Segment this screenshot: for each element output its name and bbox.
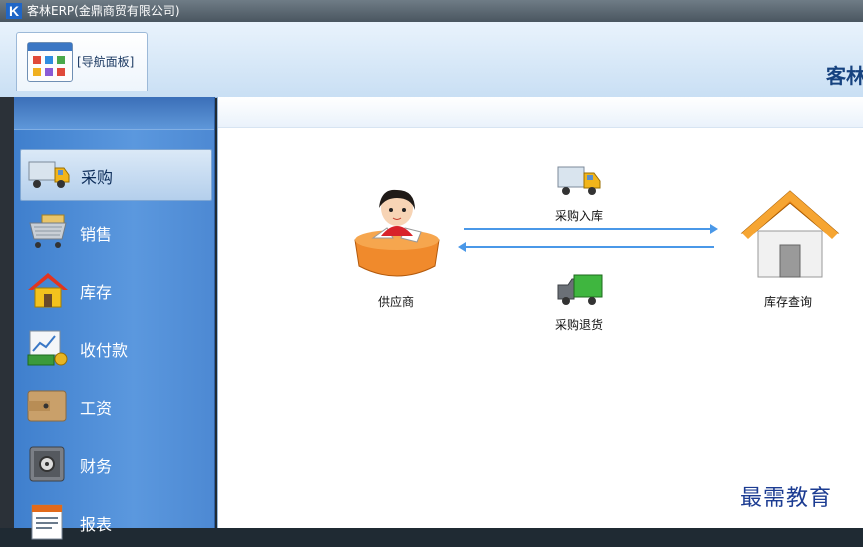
green-truck-icon[interactable] <box>556 271 604 309</box>
sidebar-item-purchase[interactable]: 采购 <box>20 149 212 201</box>
inventory-query-label[interactable]: 库存查询 <box>764 293 812 310</box>
left-border <box>0 97 14 528</box>
money-chart-icon <box>27 330 68 366</box>
watermark: 最需教育 <box>740 486 833 511</box>
sidebar-item-label: 库存 <box>80 283 113 302</box>
purchase-return-label[interactable]: 采购退货 <box>555 316 603 333</box>
sidebar: 采购 销售 库存 收付款 工资 财务 报表 <box>14 97 215 540</box>
sidebar-item-sales[interactable]: 销售 <box>20 207 210 257</box>
app-logo-icon: K <box>6 3 22 19</box>
nav-panel-tab[interactable]: [导航面板] <box>16 32 148 91</box>
window-title: 客林ERP(金鼎商贸有限公司) <box>27 4 180 18</box>
sidebar-item-label: 财务 <box>80 457 113 476</box>
arrow-right <box>464 228 714 230</box>
safe-icon <box>29 446 65 482</box>
supplier-person-icon[interactable] <box>351 186 443 284</box>
truck-icon[interactable] <box>556 161 602 201</box>
sidebar-item-label: 收付款 <box>80 341 129 360</box>
shopping-cart-icon <box>29 214 67 248</box>
title-bar: K 客林ERP(金鼎商贸有限公司) <box>0 0 863 23</box>
purchase-in-label[interactable]: 采购入库 <box>555 207 603 224</box>
sidebar-item-finance[interactable]: 财务 <box>20 439 210 489</box>
sidebar-item-label: 报表 <box>80 515 113 534</box>
sidebar-header <box>14 97 214 130</box>
arrow-left-head <box>458 242 466 252</box>
arrow-right-head <box>710 224 718 234</box>
top-ribbon: [导航面板] 客林 <box>0 22 863 98</box>
main-panel-header <box>218 97 863 128</box>
sidebar-item-salary[interactable]: 工资 <box>20 381 210 431</box>
arrow-left <box>466 246 714 248</box>
nav-panel-tab-label: [导航面板] <box>77 55 135 69</box>
supplier-label: 供应商 <box>378 295 415 309</box>
sidebar-item-label: 采购 <box>81 168 114 187</box>
sidebar-item-inventory[interactable]: 库存 <box>20 265 210 315</box>
main-panel: 供应商 采购入库 采购退货 库存查询 <box>217 97 863 528</box>
report-icon <box>31 504 63 540</box>
house-icon[interactable] <box>740 187 840 279</box>
brand-text: 客林 <box>826 64 863 88</box>
house-icon <box>28 273 68 308</box>
sidebar-item-payments[interactable]: 收付款 <box>20 323 210 373</box>
truck-icon <box>28 161 70 188</box>
wallet-icon <box>27 390 67 422</box>
sidebar-item-label: 工资 <box>80 399 113 418</box>
dashboard-icon <box>27 42 73 82</box>
sidebar-item-label: 销售 <box>80 225 113 244</box>
sidebar-item-reports[interactable]: 报表 <box>20 497 210 547</box>
